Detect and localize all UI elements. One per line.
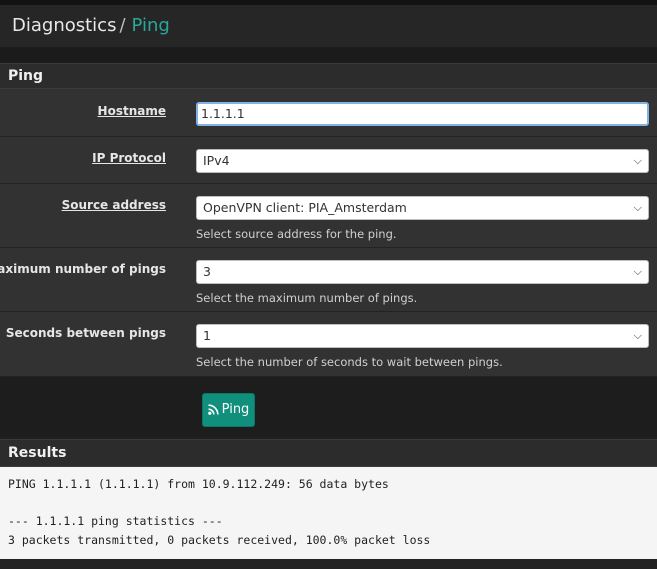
seconds-between-help: Select the number of seconds to wait bet… xyxy=(196,355,503,369)
results-title: Results xyxy=(0,439,657,467)
seconds-between-value: 1 xyxy=(203,328,211,343)
results-line: --- 1.1.1.1 ping statistics --- xyxy=(8,514,223,528)
chevron-down-icon: ⌵ xyxy=(633,329,642,342)
button-area xyxy=(0,377,657,437)
source-address-label[interactable]: Source address xyxy=(62,186,166,224)
source-address-row: Source address OpenVPN client: PIA_Amste… xyxy=(0,184,657,248)
hostname-label[interactable]: Hostname xyxy=(98,92,166,130)
max-pings-help: Select the maximum number of pings. xyxy=(196,291,418,305)
results-line: PING 1.1.1.1 (1.1.1.1) from 10.9.112.249… xyxy=(8,477,389,491)
source-address-help: Select source address for the ping. xyxy=(196,227,397,241)
seconds-between-label: Seconds between pings xyxy=(5,326,166,340)
results-line: 3 packets transmitted, 0 packets receive… xyxy=(8,533,431,547)
seconds-between-select[interactable]: 1 ⌵ xyxy=(196,324,649,348)
breadcrumb: Diagnostics / Ping xyxy=(0,5,657,47)
hostname-input[interactable]: 1.1.1.1 xyxy=(196,102,649,126)
bottom-bar xyxy=(0,559,657,569)
source-address-select[interactable]: OpenVPN client: PIA_Amsterdam ⌵ xyxy=(196,196,649,220)
ping-button-label: Ping xyxy=(221,402,250,417)
ip-protocol-select[interactable]: IPv4 ⌵ xyxy=(196,149,649,173)
results-output: PING 1.1.1.1 (1.1.1.1) from 10.9.112.249… xyxy=(0,467,657,559)
breadcrumb-separator: / xyxy=(119,15,126,36)
ip-protocol-value: IPv4 xyxy=(203,153,230,168)
seconds-between-row: Seconds between pings 1 ⌵ Select the num… xyxy=(0,312,657,377)
breadcrumb-diagnostics[interactable]: Diagnostics xyxy=(12,15,116,36)
source-address-value: OpenVPN client: PIA_Amsterdam xyxy=(203,200,407,215)
max-pings-row: Maximum number of pings 3 ⌵ Select the m… xyxy=(0,248,657,312)
hostname-row: Hostname 1.1.1.1 xyxy=(0,89,657,137)
ping-panel-title: Ping xyxy=(0,63,657,89)
chevron-down-icon: ⌵ xyxy=(633,265,642,278)
max-pings-label: Maximum number of pings xyxy=(0,262,166,276)
ping-button[interactable]: Ping xyxy=(202,393,255,427)
max-pings-select[interactable]: 3 ⌵ xyxy=(196,260,649,284)
max-pings-value: 3 xyxy=(203,264,211,279)
spacer xyxy=(0,47,657,63)
ip-protocol-row: IP Protocol IPv4 ⌵ xyxy=(0,137,657,184)
breadcrumb-ping[interactable]: Ping xyxy=(132,15,170,36)
hostname-value: 1.1.1.1 xyxy=(201,106,245,121)
rss-icon xyxy=(207,404,219,415)
chevron-down-icon: ⌵ xyxy=(633,201,642,214)
chevron-down-icon: ⌵ xyxy=(633,154,642,167)
ip-protocol-label[interactable]: IP Protocol xyxy=(92,139,166,177)
